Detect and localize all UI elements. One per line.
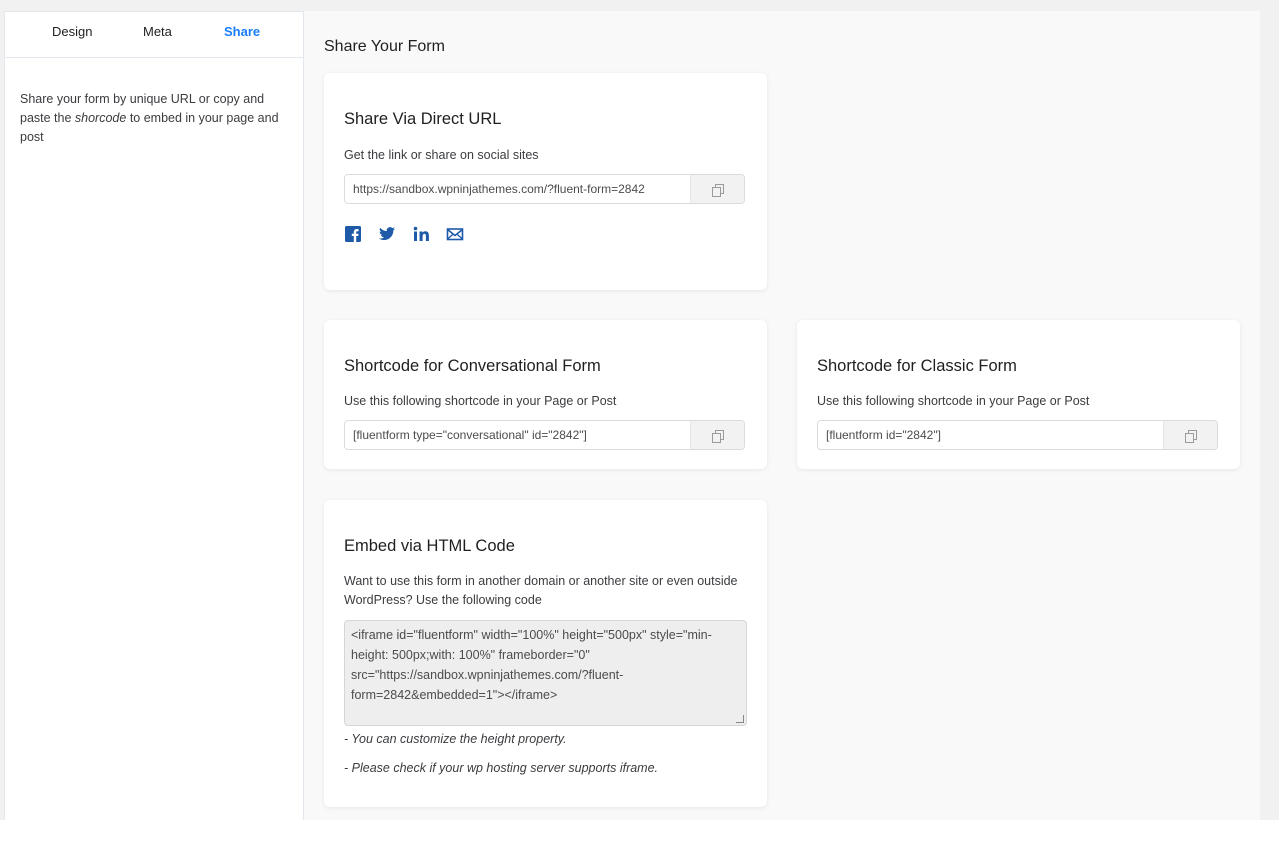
tab-share[interactable]: Share [224,24,260,39]
sidebar-description: Share your form by unique URL or copy an… [20,90,295,147]
sidebar: Design Meta Share Share your form by uni… [4,11,304,820]
conversational-shortcode-value[interactable]: [fluentform type="conversational" id="28… [345,421,690,449]
conversational-shortcode-card: Shortcode for Conversational Form Use th… [324,320,767,469]
tab-design[interactable]: Design [52,24,92,39]
classic-desc: Use this following shortcode in your Pag… [817,394,1090,408]
email-icon[interactable] [446,225,464,243]
resize-handle[interactable] [736,715,744,723]
classic-shortcode-card: Shortcode for Classic Form Use this foll… [797,320,1240,469]
page-title: Share Your Form [324,38,445,55]
facebook-icon[interactable] [344,225,362,243]
embed-code-text: <iframe id="fluentform" width="100%" hei… [351,628,712,702]
conversational-shortcode-field: [fluentform type="conversational" id="28… [344,420,745,450]
tab-meta[interactable]: Meta [143,24,172,39]
copy-conversational-button[interactable] [690,421,744,449]
linkedin-icon[interactable] [412,225,430,243]
classic-heading: Shortcode for Classic Form [817,357,1017,375]
main-content: Share Your Form Share Via Direct URL Get… [304,11,1260,820]
twitter-icon[interactable] [378,225,396,243]
classic-shortcode-field: [fluentform id="2842"] [817,420,1218,450]
direct-url-field: https://sandbox.wpninjathemes.com/?fluen… [344,174,745,204]
direct-url-value[interactable]: https://sandbox.wpninjathemes.com/?fluen… [345,175,690,203]
embed-note-iframe: - Please check if your wp hosting server… [344,761,659,775]
embed-desc: Want to use this form in another domain … [344,574,738,607]
direct-url-desc: Get the link or share on social sites [344,148,539,162]
direct-url-card: Share Via Direct URL Get the link or sha… [324,73,767,290]
embed-note-height: - You can customize the height property. [344,732,567,746]
copy-icon [1185,429,1197,443]
embed-code-textarea[interactable]: <iframe id="fluentform" width="100%" hei… [344,620,747,726]
embed-html-card: Embed via HTML Code Want to use this for… [324,500,767,807]
sidebar-desc-em: shorcode [74,111,127,125]
conversational-desc: Use this following shortcode in your Pag… [344,394,617,408]
copy-icon [712,429,724,443]
conversational-heading: Shortcode for Conversational Form [344,357,601,375]
social-share-icons [344,225,464,243]
embed-heading: Embed via HTML Code [344,537,515,555]
copy-url-button[interactable] [690,175,744,203]
sidebar-tabs: Design Meta Share [5,12,303,58]
classic-shortcode-value[interactable]: [fluentform id="2842"] [818,421,1163,449]
direct-url-heading: Share Via Direct URL [344,110,502,128]
copy-classic-button[interactable] [1163,421,1217,449]
copy-icon [712,183,724,197]
